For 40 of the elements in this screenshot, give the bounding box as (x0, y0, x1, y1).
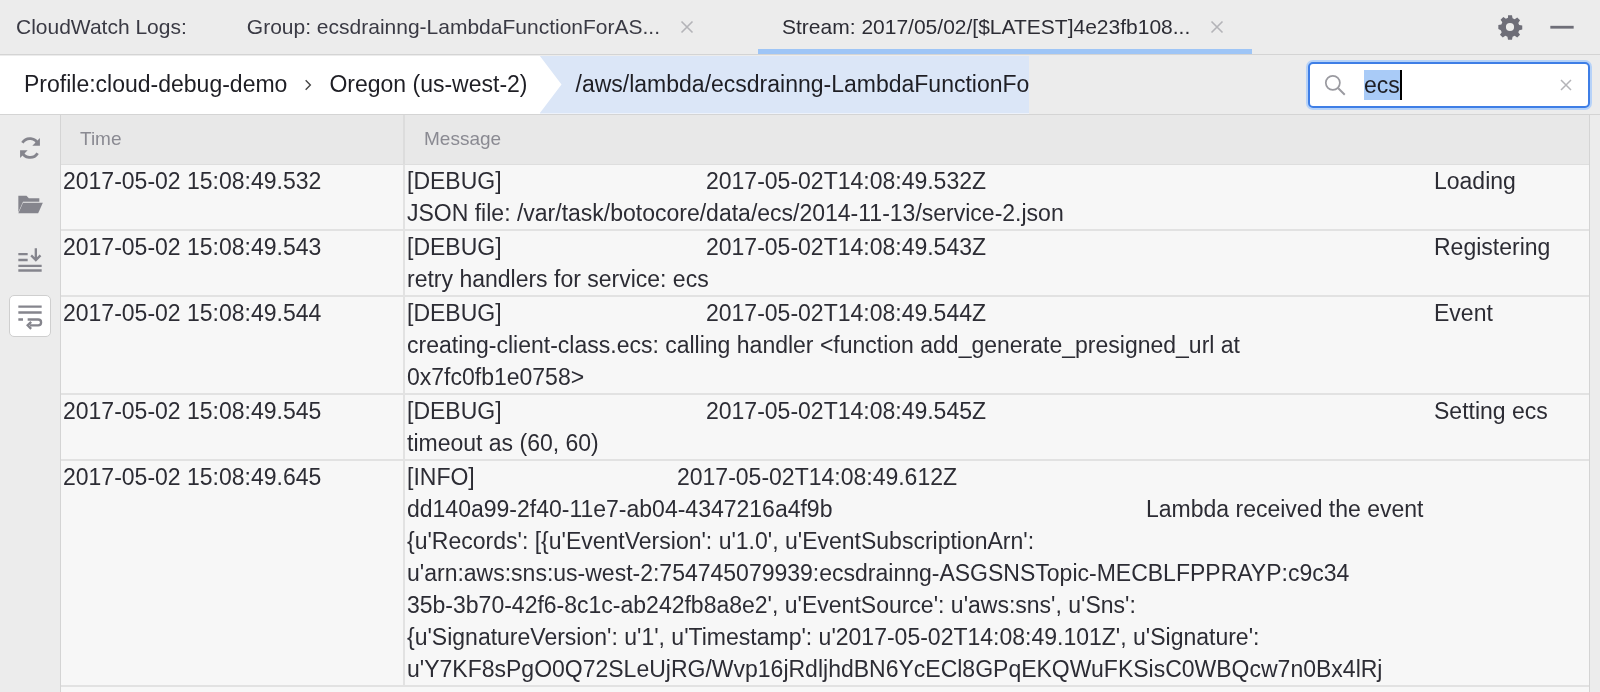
table-cell-text: 2017-05-02 15:08:49.545 (62, 397, 323, 426)
log-text: u'Y7KF8sPgO0Q72SLeUjRG/Wvp16jRdljhdBN6YcECl8GPqEKQWuFKSisC0WBQcw7n0Bx4lRj (407, 656, 1383, 682)
toolbar-button[interactable] (9, 295, 51, 337)
log-text: 2017-05-02T14:08:49.543Z (706, 234, 987, 260)
search-field[interactable]: ecs (1308, 61, 1590, 108)
table-cell-text: 2017-05-02 15:08:49.543 (62, 233, 323, 262)
log-text: Lambda received the event (1146, 496, 1424, 522)
log-text: 2017-05-02T14:08:49.532Z (706, 168, 987, 194)
table-cell-text: 2017-05-02 15:08:49.532 (62, 167, 323, 196)
log-text: timeout as (60, 60) (407, 430, 599, 456)
table-cell-text: 2017-05-02 15:08:49.645 (62, 463, 323, 492)
log-text: [DEBUG] (407, 234, 502, 260)
breadcrumb-item[interactable]: Profile:cloud-debug-demo (0, 55, 288, 114)
log-text: {u'Records': [{u'EventVersion': u'1.0', u'EventSubscriptionArn': (407, 528, 1035, 554)
log-text: [DEBUG] (407, 168, 502, 194)
log-text: creating-client-class.ecs: calling handler <function add_generate_presigned_url at (407, 332, 1240, 358)
log-text: Loading (1434, 168, 1516, 194)
breadcrumb-item[interactable]: /aws/lambda/ecsdrainng-LambdaFunctionFo (539, 55, 1030, 114)
log-text: 2017-05-02T14:08:49.612Z (677, 464, 958, 490)
log-text: 2017-05-02T14:08:49.545Z (706, 398, 987, 424)
log-text: Registering (1434, 234, 1551, 260)
table-cell-text: 2017-05-02 15:08:49.544 (62, 299, 323, 328)
log-text: [DEBUG] (407, 300, 502, 326)
settings-icon[interactable] (1496, 13, 1524, 41)
tab[interactable]: Group: ecsdrainng-LambdaFunctionForAS... (222, 0, 723, 54)
log-text: 0x7fc0fb1e0758> (407, 364, 585, 390)
log-text: 35b-3b70-42f6-8c1c-ab242fb8a8e2', u'EventSource': u'aws:sns', u'Sns': (407, 592, 1136, 618)
log-text: [DEBUG] (407, 398, 502, 424)
scroll-to-end-icon (16, 246, 44, 274)
panel-title: CloudWatch Logs: (16, 14, 187, 41)
log-text: JSON file: /var/task/botocore/data/ecs/2014-11-13/service-2.json (407, 200, 1064, 226)
log-text: Setting ecs (1434, 398, 1548, 424)
breadcrumb-item[interactable]: Oregon (us-west-2) (329, 55, 528, 114)
log-text: 2017-05-02T14:08:49.544Z (706, 300, 987, 326)
log-text: dd140a99-2f40-11e7-ab04-4347216a4f9b (407, 496, 833, 522)
log-text: retry handlers for service: ecs (407, 266, 709, 292)
log-text: u'arn:aws:sns:us-west-2:754745079939:ecsdrainng-ASGSNSTopic-MECBLFPPRAYP:c9c34 (407, 560, 1350, 586)
log-text: Event (1434, 300, 1493, 326)
log-text: [INFO] (407, 464, 475, 490)
log-text: {u'SignatureVersion': u'1', u'Timestamp': u'2017-05-02T14:08:49.101Z', u'Signature': (407, 624, 1260, 650)
